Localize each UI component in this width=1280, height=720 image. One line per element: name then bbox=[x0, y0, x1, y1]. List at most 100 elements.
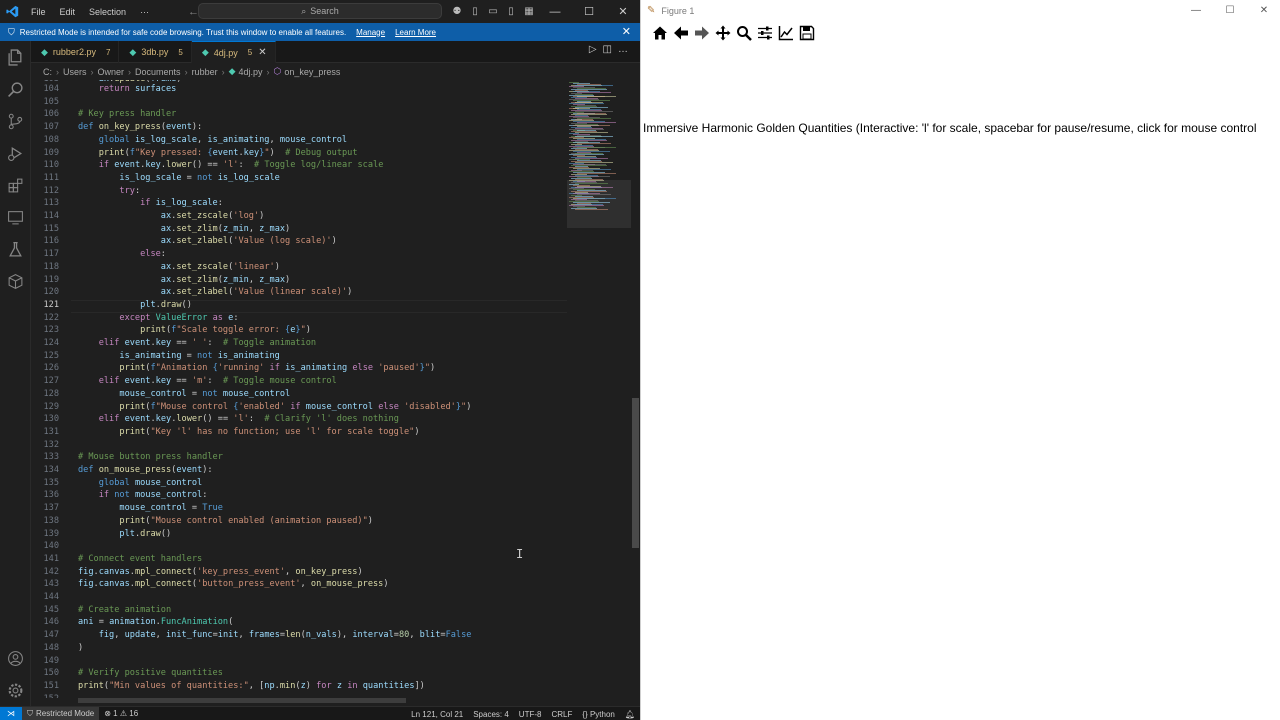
menu-edit[interactable]: Edit bbox=[53, 7, 83, 17]
save-icon[interactable] bbox=[797, 23, 817, 43]
indentation-status[interactable]: Spaces: 4 bbox=[468, 710, 514, 719]
line-number: 152 bbox=[31, 694, 59, 698]
eol-status[interactable]: CRLF bbox=[546, 710, 577, 719]
plot-canvas[interactable]: 10²⁷Hz (1/s)Charge (C)Yield (Ω)Energy (E… bbox=[641, 45, 1280, 720]
breadcrumb-item[interactable]: Documents bbox=[135, 67, 181, 77]
search-icon: ⌕ bbox=[301, 5, 307, 16]
command-search-box[interactable]: ⌕ Search bbox=[198, 3, 442, 19]
close-window-button[interactable]: ✕ bbox=[606, 0, 640, 23]
problem-count-badge: 7 bbox=[105, 47, 111, 57]
line-number: 120 bbox=[43, 287, 59, 298]
code-line: ax.set_zlabel('Value (linear scale)') bbox=[160, 287, 353, 298]
tab-4dj[interactable]: ◆ 4dj.py 5 ✕ bbox=[191, 41, 276, 63]
close-tab-icon[interactable]: ✕ bbox=[258, 47, 266, 58]
learn-more-link[interactable]: Learn More bbox=[395, 28, 436, 37]
toggle-panel-icon[interactable]: ▭ bbox=[485, 4, 501, 20]
copilot-icon[interactable]: ⚉ bbox=[449, 4, 465, 20]
code-line: except ValueError as e: bbox=[119, 312, 239, 323]
figure-title-bar: ✎ Figure 1 — ☐ ✕ bbox=[641, 0, 1280, 21]
encoding-status[interactable]: UTF-8 bbox=[514, 710, 547, 719]
back-arrow-icon[interactable] bbox=[671, 23, 691, 43]
toggle-secondary-sidebar-icon[interactable]: ▯ bbox=[503, 4, 519, 20]
gear-icon[interactable] bbox=[0, 676, 31, 704]
containers-icon[interactable] bbox=[0, 267, 31, 295]
zoom-icon[interactable] bbox=[734, 23, 754, 43]
close-icon[interactable]: ✕ bbox=[622, 25, 631, 38]
code-line: try: bbox=[119, 185, 141, 196]
source-control-icon[interactable] bbox=[0, 107, 31, 135]
breadcrumb-item[interactable]: rubber bbox=[192, 67, 218, 77]
minimize-button[interactable]: — bbox=[538, 0, 572, 23]
remote-indicator-icon[interactable]: ⋊ bbox=[0, 706, 22, 720]
maximize-button[interactable]: ☐ bbox=[572, 0, 606, 23]
pan-icon[interactable] bbox=[713, 23, 733, 43]
minimap[interactable] bbox=[567, 80, 631, 698]
code-line: ax.set_zlabel('Value (log scale)') bbox=[160, 236, 337, 247]
tab-3db[interactable]: ◆ 3db.py 5 bbox=[119, 41, 192, 63]
remote-explorer-icon[interactable] bbox=[0, 203, 31, 231]
notifications-bell-icon[interactable]: 🔔︎ bbox=[620, 710, 640, 719]
more-actions-icon[interactable]: … bbox=[618, 44, 634, 55]
line-number: 104 bbox=[43, 84, 59, 94]
braces-icon: {} bbox=[582, 709, 590, 719]
menu-file[interactable]: File bbox=[24, 7, 53, 17]
code-line: is_animating = not is_animating bbox=[119, 350, 280, 361]
manage-link[interactable]: Manage bbox=[356, 28, 385, 37]
line-number: 127 bbox=[43, 376, 59, 387]
extensions-icon[interactable] bbox=[0, 171, 31, 199]
line-number: 149 bbox=[43, 655, 59, 666]
line-number: 115 bbox=[43, 223, 59, 234]
line-number: 109 bbox=[43, 147, 59, 158]
explorer-icon[interactable] bbox=[0, 43, 31, 71]
tab-rubber2[interactable]: ◆ rubber2.py 7 bbox=[31, 41, 120, 63]
breadcrumb-item[interactable]: on_key_press bbox=[284, 67, 340, 77]
account-icon[interactable] bbox=[0, 644, 31, 672]
language-label: Python bbox=[589, 709, 615, 719]
horizontal-scrollbar[interactable] bbox=[78, 698, 406, 703]
matplotlib-feather-icon: ✎ bbox=[647, 5, 656, 16]
scrollbar-thumb[interactable] bbox=[632, 398, 639, 548]
breadcrumb-item[interactable]: C: bbox=[43, 67, 52, 77]
code-line: is_log_scale = not is_log_scale bbox=[119, 172, 280, 183]
customize-layout-icon[interactable]: ▦ bbox=[521, 4, 537, 20]
restricted-mode-status[interactable]: ⛉ Restricted Mode bbox=[22, 706, 100, 720]
breadcrumb-item[interactable]: Owner bbox=[98, 67, 125, 77]
split-editor-icon[interactable]: ◫ bbox=[603, 44, 618, 55]
search-icon[interactable] bbox=[0, 75, 31, 103]
home-icon[interactable] bbox=[650, 23, 670, 43]
vertical-scrollbar[interactable] bbox=[631, 80, 640, 698]
line-number: 113 bbox=[43, 198, 59, 209]
code-line: global is_log_scale, is_animating, mouse… bbox=[98, 134, 348, 145]
code-line: if is_log_scale: bbox=[140, 198, 223, 209]
problems-status[interactable]: ⊗ 1 ⚠ 16 bbox=[99, 709, 143, 718]
code-line: elif event.key.lower() == 'l': # Clarify… bbox=[98, 414, 399, 425]
breadcrumb-item[interactable]: 4dj.py bbox=[239, 67, 263, 77]
line-number: 117 bbox=[43, 249, 59, 260]
figure-window-title: Figure 1 bbox=[661, 5, 695, 16]
breadcrumb-item[interactable]: Users bbox=[63, 67, 87, 77]
forward-arrow-icon[interactable] bbox=[692, 23, 712, 43]
toggle-sidebar-icon[interactable]: ▯ bbox=[467, 4, 483, 20]
code-line: ax.set_zscale('linear') bbox=[160, 261, 280, 272]
shield-icon: ⛉ bbox=[8, 26, 15, 37]
configure-subplots-icon[interactable] bbox=[755, 23, 775, 43]
run-debug-icon[interactable] bbox=[0, 139, 31, 167]
code-line: ax.set_zlim(z_min, z_max) bbox=[160, 274, 291, 285]
testing-icon[interactable] bbox=[0, 235, 31, 263]
line-number: 107 bbox=[43, 122, 59, 133]
close-window-button[interactable]: ✕ bbox=[1247, 0, 1280, 21]
edit-axes-icon[interactable] bbox=[776, 23, 796, 43]
language-mode-status[interactable]: {} Python bbox=[577, 710, 619, 719]
run-icon[interactable]: ▷ bbox=[589, 44, 603, 55]
line-number: 136 bbox=[43, 490, 59, 501]
code-line: # Connect event handlers bbox=[78, 553, 203, 564]
cursor-position-status[interactable]: Ln 121, Col 21 bbox=[406, 710, 468, 719]
line-number: 114 bbox=[43, 211, 59, 221]
line-number: 116 bbox=[43, 236, 59, 247]
menu-selection[interactable]: Selection bbox=[82, 7, 133, 17]
menu-more[interactable]: ··· bbox=[133, 7, 156, 17]
line-number: 131 bbox=[43, 426, 59, 437]
code-editor[interactable]: 103 ax.update(frame) 104 return surfaces… bbox=[31, 80, 567, 698]
minimize-button[interactable]: — bbox=[1179, 0, 1213, 21]
maximize-button[interactable]: ☐ bbox=[1213, 0, 1247, 21]
